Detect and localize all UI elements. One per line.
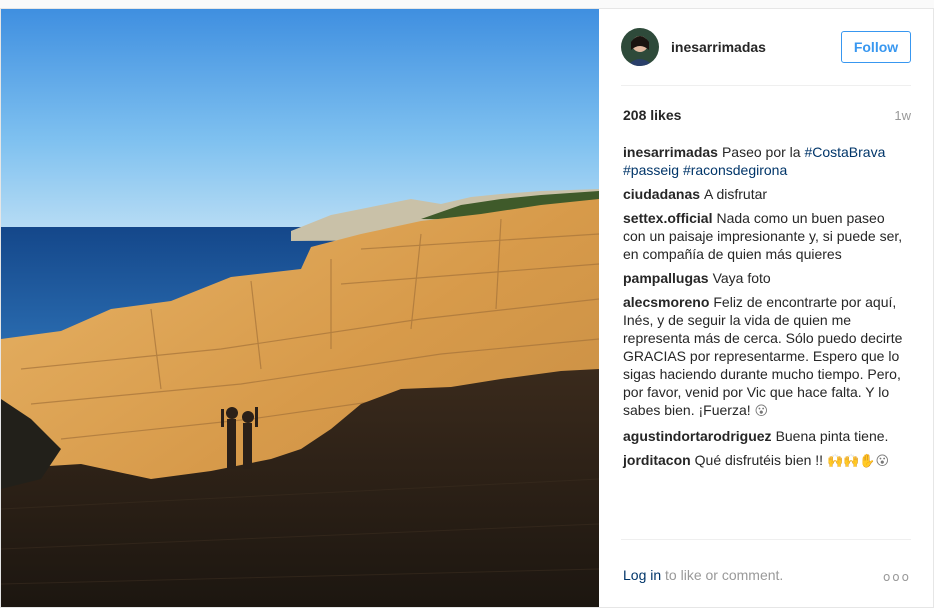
post-sidebar: inesarrimadas Follow 208 likes 1w inesar… bbox=[599, 9, 933, 607]
photo-image bbox=[1, 9, 599, 607]
comment-text: A disfrutar bbox=[704, 186, 768, 202]
follow-button[interactable]: Follow bbox=[841, 31, 911, 63]
post-header: inesarrimadas Follow bbox=[621, 9, 911, 86]
comment-item: settex.official Nada como un buen paseo c… bbox=[623, 209, 911, 263]
caption-text: Paseo por la bbox=[721, 144, 801, 160]
comment-text: Feliz de encontrarte por aquí, Inés, y d… bbox=[623, 294, 903, 418]
comment-username[interactable]: jorditacon bbox=[623, 452, 691, 468]
surprised-emoji-icon: 😮 bbox=[754, 404, 769, 419]
hashtag-link[interactable]: #passeig bbox=[623, 162, 679, 178]
comment-text: Buena pinta tiene. bbox=[775, 428, 889, 444]
login-link[interactable]: Log in bbox=[623, 567, 661, 583]
emoji-icons: 🙌🙌✋😮 bbox=[826, 454, 890, 469]
login-text: to like or comment. bbox=[661, 567, 784, 583]
comment-item: alecsmoreno Feliz de encontrarte por aquí… bbox=[623, 293, 911, 421]
hashtag-link[interactable]: #raconsdegirona bbox=[683, 162, 787, 178]
post-footer: Log in to like or comment. ooo bbox=[621, 539, 911, 608]
comment-username[interactable]: pampallugas bbox=[623, 270, 709, 286]
comment-username[interactable]: ciudadanas bbox=[623, 186, 700, 202]
comment-text: Qué disfrutéis bien !! bbox=[694, 452, 824, 468]
comment-username[interactable]: agustindortarodriguez bbox=[623, 428, 772, 444]
comment-item: ciudadanas A disfrutar bbox=[623, 185, 911, 203]
post-photo[interactable] bbox=[1, 9, 599, 607]
post-card: inesarrimadas Follow 208 likes 1w inesar… bbox=[0, 8, 934, 608]
avatar-icon[interactable] bbox=[621, 28, 659, 66]
likes-count[interactable]: 208 likes bbox=[623, 107, 681, 123]
comment-item: pampallugas Vaya foto bbox=[623, 269, 911, 287]
comment-username[interactable]: alecsmoreno bbox=[623, 294, 709, 310]
post-username[interactable]: inesarrimadas bbox=[671, 39, 766, 55]
login-prompt: Log in to like or comment. bbox=[623, 567, 783, 583]
comments-list: inesarrimadas Paseo por la #CostaBrava #p… bbox=[623, 143, 911, 477]
caption: inesarrimadas Paseo por la #CostaBrava #p… bbox=[623, 143, 911, 179]
caption-username[interactable]: inesarrimadas bbox=[623, 144, 718, 160]
comment-item: jorditacon Qué disfrutéis bien !! 🙌🙌✋😮 bbox=[623, 451, 911, 471]
comment-item: agustindortarodriguez Buena pinta tiene. bbox=[623, 427, 911, 445]
comment-text: Vaya foto bbox=[712, 270, 771, 286]
hashtag-link[interactable]: #CostaBrava bbox=[804, 144, 885, 160]
post-time: 1w bbox=[894, 108, 911, 123]
comment-username[interactable]: settex.official bbox=[623, 210, 712, 226]
more-options-icon[interactable]: ooo bbox=[883, 570, 911, 584]
